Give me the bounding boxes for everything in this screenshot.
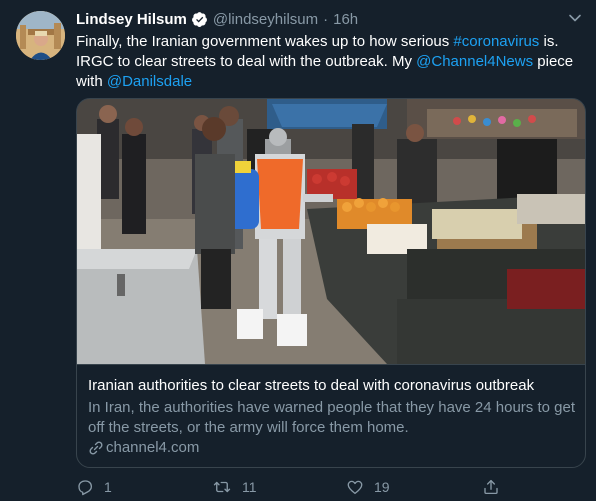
like-button[interactable]: 19 [346, 476, 390, 498]
profile-photo-icon [16, 11, 65, 60]
tweet-timestamp[interactable]: 16h [333, 11, 358, 28]
card-description: In Iran, the authorities have warned peo… [88, 399, 575, 436]
time-separator: · [323, 10, 329, 28]
tweet-text: Finally, the Iranian government wakes up… [76, 32, 586, 92]
retweet-icon [213, 481, 231, 493]
street-market-disinfection-photo-icon [77, 99, 585, 364]
reply-count: 1 [104, 479, 112, 495]
like-count: 19 [374, 479, 390, 495]
retweet-button[interactable]: 11 [212, 476, 257, 498]
tweet[interactable]: Lindsey Hilsum @lindseyhilsum · 16h Fina… [0, 0, 596, 501]
card-title[interactable]: Iranian authorities to clear streets to … [88, 376, 578, 396]
author-handle[interactable]: @lindseyhilsum [213, 11, 318, 28]
card-divider [77, 364, 585, 365]
link-icon [89, 441, 103, 455]
tweet-text-part: Finally, the Iranian government wakes up… [76, 33, 454, 50]
card-domain: channel4.com [88, 438, 199, 458]
card-domain-text: channel4.com [106, 439, 200, 456]
tweet-actions: 1 11 19 [76, 476, 586, 498]
link-preview-card[interactable]: Iranian authorities to clear streets to … [76, 98, 586, 468]
reply-icon [78, 480, 93, 496]
author-avatar[interactable] [16, 11, 65, 60]
tweet-header: Lindsey Hilsum @lindseyhilsum · 16h [76, 9, 358, 29]
hashtag-link[interactable]: #coronavirus [453, 33, 539, 50]
chevron-down-icon[interactable] [567, 10, 583, 26]
mention-link[interactable]: @Danilsdale [107, 73, 192, 90]
verified-badge-icon [191, 11, 207, 27]
card-image[interactable] [77, 99, 585, 364]
share-icon [484, 479, 498, 495]
heart-icon [347, 480, 363, 495]
mention-link[interactable]: @Channel4News [416, 53, 533, 70]
reply-button[interactable]: 1 [76, 476, 112, 498]
retweet-count: 11 [242, 479, 257, 495]
author-display-name[interactable]: Lindsey Hilsum [76, 11, 187, 28]
share-button[interactable] [482, 476, 500, 498]
